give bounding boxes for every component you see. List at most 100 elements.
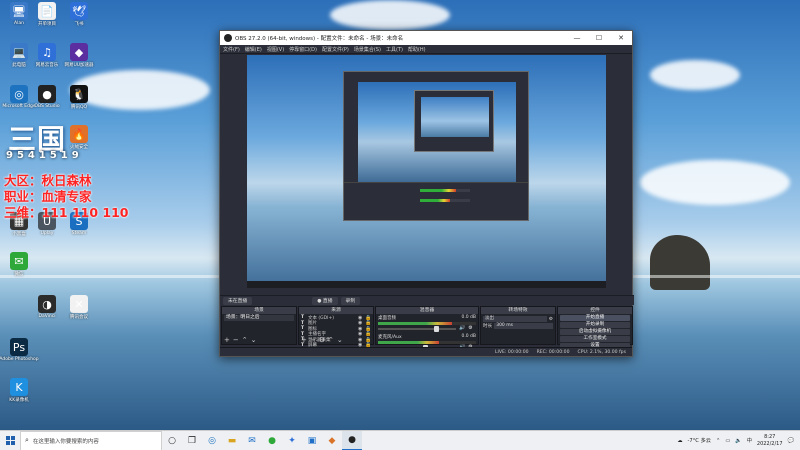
menu-file[interactable]: 文件(F) bbox=[223, 46, 240, 53]
feishu-icon[interactable]: ✦ bbox=[282, 431, 302, 450]
start-button[interactable] bbox=[0, 431, 20, 450]
system-tray: ☁ -7°C 多云 ⌃ ▭ 🔈 中 8:27 2022/2/17 💬 bbox=[677, 434, 800, 447]
desktop-icon[interactable]: 🐧 腾讯QQ bbox=[62, 85, 96, 110]
obs-taskbar-icon[interactable]: ● bbox=[342, 430, 362, 450]
promo-number: 9541519 bbox=[6, 150, 83, 161]
desktop-icon[interactable]: ● OBS Studio bbox=[30, 85, 64, 109]
obs-preview-canvas[interactable] bbox=[247, 55, 606, 288]
file-explorer-icon[interactable]: ▬ bbox=[222, 431, 242, 450]
desktop-icon[interactable]: K KK录像机 bbox=[2, 378, 36, 403]
start-recording-button[interactable]: 开始录制 bbox=[560, 322, 630, 328]
weather-icon[interactable]: ☁ bbox=[677, 438, 682, 444]
app-icon: ✕ bbox=[70, 295, 88, 313]
desktop-icon[interactable]: Ps Adobe Photoshop bbox=[0, 338, 39, 362]
taskbar-search[interactable]: ⌕ 在这里输入你要搜索的内容 bbox=[20, 430, 162, 450]
speaker-icon[interactable]: 🔊 bbox=[459, 325, 465, 331]
preview-taskbar bbox=[247, 281, 606, 288]
desktop-icon[interactable]: ✉ 微信 bbox=[2, 252, 36, 277]
menu-profile[interactable]: 配置文件(P) bbox=[322, 46, 349, 53]
channel-settings-icon[interactable]: ⚙ bbox=[468, 325, 472, 331]
cloud bbox=[330, 0, 450, 30]
move-down-icon[interactable]: ⌄ bbox=[251, 336, 257, 344]
volume-icon[interactable]: 🔈 bbox=[735, 438, 741, 444]
virtual-camera-button[interactable]: 启动虚拟摄像机 bbox=[560, 329, 630, 335]
desktop-icon-label: 网易云音乐 bbox=[35, 63, 59, 68]
app-icon: 🐧 bbox=[70, 85, 88, 103]
clock[interactable]: 8:27 2022/2/17 bbox=[757, 434, 783, 447]
tab-record[interactable]: 录制 bbox=[340, 296, 361, 305]
app-icon: 📄 bbox=[38, 2, 56, 20]
transition-settings-icon[interactable]: ⚙ bbox=[549, 317, 553, 322]
channel-name: 桌面音频 bbox=[378, 316, 396, 321]
volume-meter bbox=[378, 341, 476, 344]
desktop-icon-label: 腾讯QQ bbox=[70, 105, 88, 110]
source-settings-icon[interactable]: ⚙ bbox=[319, 336, 325, 344]
move-up-icon[interactable]: ⌃ bbox=[242, 336, 248, 344]
controls-dock: 控件 开始直播开始录制启动虚拟摄像机工作室模式设置退出 bbox=[557, 306, 633, 356]
volume-slider[interactable] bbox=[378, 326, 456, 332]
maximize-icon[interactable]: ☐ bbox=[588, 34, 610, 42]
obs-logo-icon bbox=[224, 34, 232, 42]
store-icon[interactable]: ▣ bbox=[302, 431, 322, 450]
channel-db: 0.0 dB bbox=[461, 315, 476, 320]
ime-indicator[interactable]: 中 bbox=[747, 437, 752, 444]
menu-docks[interactable]: 停靠窗口(D) bbox=[289, 46, 317, 53]
mail-icon[interactable]: ✉ bbox=[242, 431, 262, 450]
desktop-icon[interactable]: ◑ DaVinci bbox=[30, 295, 64, 319]
edge-icon[interactable]: ◎ bbox=[202, 431, 222, 450]
tray-expand-icon[interactable]: ⌃ bbox=[716, 438, 720, 444]
scene-item[interactable]: 场景：明日之后 bbox=[224, 315, 294, 321]
search-placeholder: 在这里输入你要搜索的内容 bbox=[32, 438, 99, 445]
menu-scene-collection[interactable]: 场景集合(S) bbox=[354, 46, 381, 53]
network-icon[interactable]: ▭ bbox=[725, 438, 730, 444]
desktop-icon-label: Alan bbox=[14, 21, 24, 26]
live-timer: LIVE: 00:00:00 bbox=[494, 349, 529, 355]
task-view-icon[interactable]: ❐ bbox=[182, 431, 202, 450]
minimize-icon[interactable]: — bbox=[566, 34, 588, 42]
notification-icon[interactable]: 💬 bbox=[788, 438, 794, 444]
app-icon: K bbox=[10, 378, 28, 396]
tab-live[interactable]: ● 直播 bbox=[312, 296, 338, 305]
cloud bbox=[640, 160, 790, 205]
move-up-icon[interactable]: ⌃ bbox=[328, 336, 334, 344]
desktop-icon[interactable]: 🔥 火绒安全 bbox=[62, 125, 96, 150]
desktop-icon[interactable]: ✕ 腾讯会议 bbox=[62, 295, 96, 320]
studio-mode-button[interactable]: 工作室模式 bbox=[560, 336, 630, 342]
start-streaming-button[interactable]: 开始直播 bbox=[560, 315, 630, 321]
obs-titlebar[interactable]: OBS 27.2.0 (64-bit, windows) - 配置文件：未命名 … bbox=[220, 31, 632, 45]
menu-tools[interactable]: 工具(T) bbox=[386, 46, 403, 53]
channel-name: 麦克风/Aux bbox=[378, 335, 402, 340]
remove-scene-icon[interactable]: − bbox=[233, 336, 239, 344]
app-icon: ● bbox=[38, 85, 56, 103]
add-source-icon[interactable]: + bbox=[301, 336, 307, 344]
cortana-icon[interactable]: ○ bbox=[162, 431, 182, 450]
desktop-icon[interactable]: ♫ 网易云音乐 bbox=[30, 43, 64, 68]
menu-edit[interactable]: 编辑(E) bbox=[245, 46, 262, 53]
close-icon[interactable]: ✕ bbox=[610, 34, 632, 42]
menu-view[interactable]: 视图(V) bbox=[267, 46, 284, 53]
wechat-icon[interactable]: ● bbox=[262, 431, 282, 450]
obs-window[interactable]: OBS 27.2.0 (64-bit, windows) - 配置文件：未命名 … bbox=[219, 30, 634, 357]
move-down-icon[interactable]: ⌄ bbox=[337, 336, 343, 344]
weather-text[interactable]: -7°C 多云 bbox=[688, 437, 711, 444]
desktop-icon[interactable]: 📄 开单项目 bbox=[30, 2, 64, 27]
channel-db: 0.0 dB bbox=[461, 334, 476, 339]
transitions-dock: 转场特效 淡出 ⚙ 时长 300 ms bbox=[480, 306, 556, 345]
volume-knob[interactable] bbox=[433, 326, 439, 332]
transition-select[interactable]: 淡出 bbox=[483, 316, 547, 322]
tab-not-live[interactable]: 未在直播 bbox=[223, 296, 253, 305]
desktop-icon[interactable]: 🕊 飞书 bbox=[62, 2, 96, 27]
text-source-icon: T bbox=[301, 315, 305, 321]
app-icon: ♫ bbox=[38, 43, 56, 61]
desktop-icon[interactable]: ◆ 网易UU加速器 bbox=[62, 43, 96, 68]
remove-source-icon[interactable]: − bbox=[310, 336, 316, 344]
add-scene-icon[interactable]: + bbox=[224, 336, 230, 344]
obs-menubar: 文件(F) 编辑(E) 视图(V) 停靠窗口(D) 配置文件(P) 场景集合(S… bbox=[220, 45, 632, 54]
sources-dock: 来源 T 文本 (GDI+) ◉ 🔒 T 图片 ◉ 🔒 T 图标 ◉ 🔒 T 主播名字 ◉ 🔒 T 显示器采集 ◉ 🔒… bbox=[298, 306, 374, 348]
sources-dock-title: 来源 bbox=[299, 307, 373, 314]
duration-input[interactable]: 300 ms bbox=[494, 323, 553, 329]
game-icon[interactable]: ◆ bbox=[322, 431, 342, 450]
app-icon: 🕊 bbox=[70, 2, 88, 20]
nested-preview bbox=[358, 82, 516, 182]
menu-help[interactable]: 帮助(H) bbox=[408, 46, 426, 53]
